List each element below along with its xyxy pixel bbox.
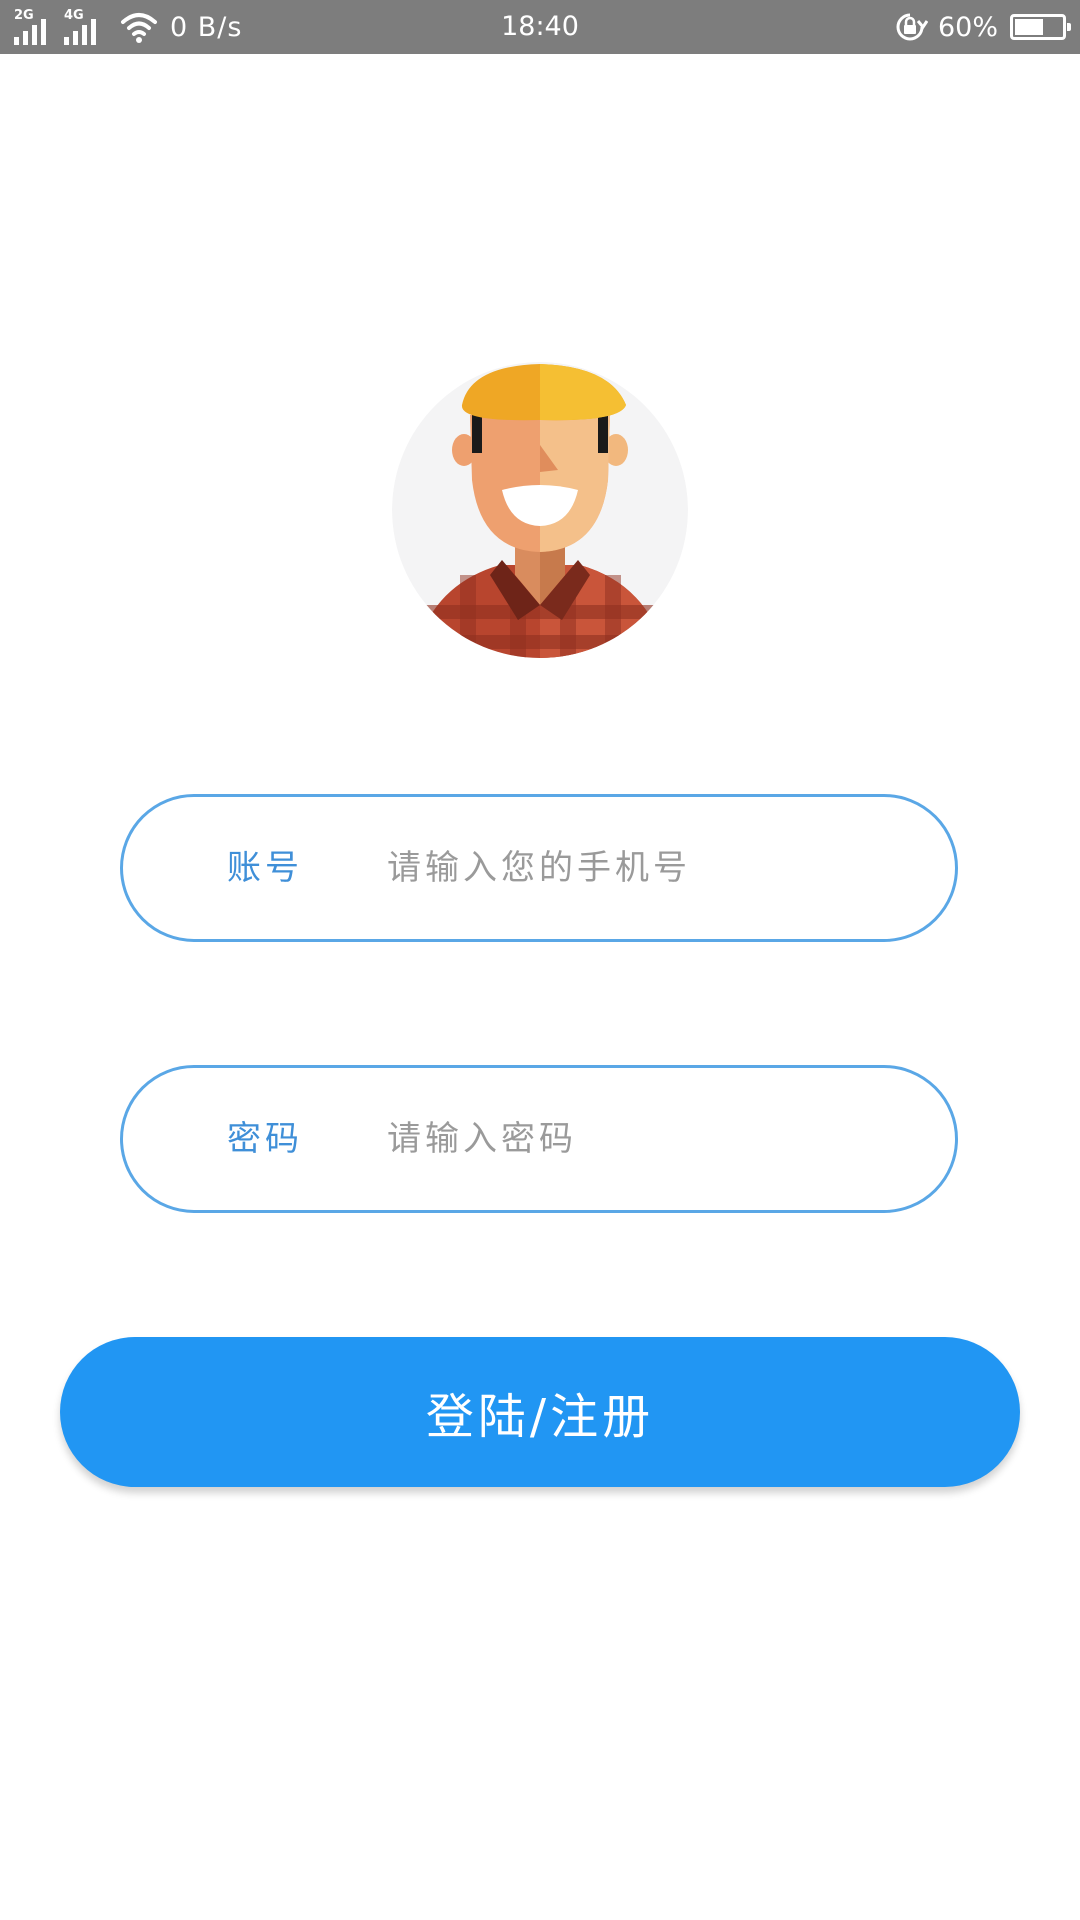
signal-icon: 4G: [64, 7, 110, 47]
battery-icon: [1010, 14, 1071, 40]
avatar: [392, 362, 688, 658]
rotation-lock-icon: [896, 13, 928, 41]
network-speed: 0 B/s: [170, 11, 243, 43]
phone-number-input[interactable]: [387, 797, 887, 939]
battery-percent: 60%: [937, 11, 998, 43]
signal-icon: 2G: [14, 7, 60, 47]
login-register-button[interactable]: 登陆/注册: [60, 1337, 1020, 1487]
password-field[interactable]: 密码: [120, 1065, 958, 1213]
wifi-icon: [121, 13, 157, 43]
account-field[interactable]: 账号: [120, 794, 958, 942]
account-label: 账号: [227, 848, 303, 888]
status-bar: 2G 4G 0 B/s 18:40 60%: [0, 0, 1080, 54]
status-bar-right: 60%: [892, 0, 1071, 54]
status-bar-left: 2G 4G 0 B/s: [14, 0, 242, 54]
password-label: 密码: [227, 1119, 303, 1159]
password-input[interactable]: [387, 1068, 887, 1210]
battery-level-fill: [1015, 19, 1043, 35]
